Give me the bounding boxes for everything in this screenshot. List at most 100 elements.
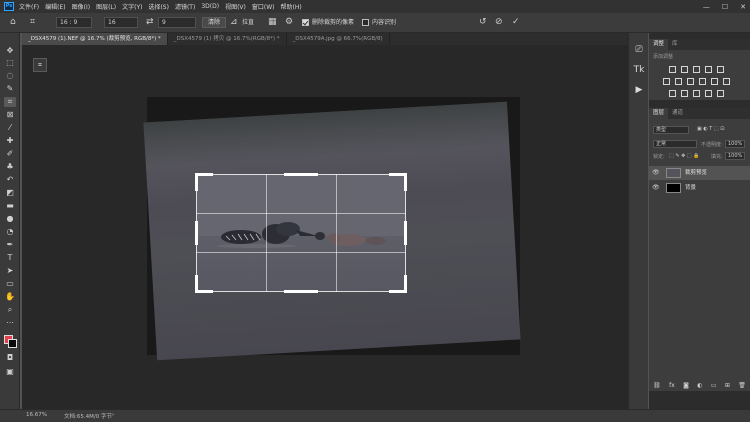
- character-panel-icon[interactable]: Tk: [632, 63, 646, 77]
- add-mask-icon[interactable]: ◙: [683, 382, 689, 389]
- menu-view[interactable]: 视图(V): [225, 2, 246, 11]
- photo-filter-icon[interactable]: [699, 78, 706, 85]
- quick-select-tool-icon[interactable]: ✎: [4, 84, 16, 94]
- invert-icon[interactable]: [669, 90, 676, 97]
- tab-document-3[interactable]: _DSX4579A.jpg @ 66.7%(RGB/8): [287, 33, 390, 45]
- lasso-tool-icon[interactable]: ◌: [4, 71, 16, 81]
- ratio-height-input[interactable]: 9: [158, 17, 196, 28]
- chevron-right-icon[interactable]: ›: [112, 412, 114, 418]
- visibility-eye-icon[interactable]: 👁: [652, 184, 660, 191]
- tab-libraries[interactable]: 库: [668, 39, 682, 50]
- black-white-icon[interactable]: [687, 78, 694, 85]
- lock-icons[interactable]: ⬚ ✎ ✥ ⬚ 🔒: [669, 153, 699, 159]
- clone-stamp-tool-icon[interactable]: ♣: [4, 162, 16, 172]
- actions-play-icon[interactable]: ▶: [632, 83, 646, 97]
- tab-channels[interactable]: 通道: [668, 108, 687, 119]
- layer-kind-filter[interactable]: 类型: [653, 126, 689, 134]
- path-selection-tool-icon[interactable]: ➤: [4, 266, 16, 276]
- crop-handle-bottom-left[interactable]: [195, 275, 198, 293]
- clear-button[interactable]: 清除: [202, 17, 227, 28]
- tab-document-1[interactable]: _DSX4579 (1).NEF @ 16.7% (裁剪预览, RGB/8*) …: [22, 33, 168, 45]
- straighten-icon[interactable]: ⊿: [230, 17, 238, 28]
- menu-layer[interactable]: 图层(L): [96, 2, 116, 11]
- ratio-width-input[interactable]: 16: [104, 17, 138, 28]
- crop-handle-right[interactable]: [404, 221, 407, 245]
- blur-tool-icon[interactable]: ●: [4, 214, 16, 224]
- layer-row[interactable]: 👁 裁剪预览: [649, 166, 750, 180]
- menu-filter[interactable]: 滤镜(T): [175, 2, 195, 11]
- crop-handle-bottom-right[interactable]: [404, 275, 407, 293]
- tool-preset-icon[interactable]: ⌗: [33, 58, 47, 72]
- crop-tool-preset-icon[interactable]: ⌗: [30, 17, 35, 28]
- brush-tool-icon[interactable]: ✐: [4, 149, 16, 159]
- crop-ratio-select[interactable]: 16 : 9: [56, 17, 92, 28]
- swap-ratio-icon[interactable]: ⇄: [146, 17, 154, 28]
- exposure-icon[interactable]: [705, 66, 712, 73]
- more-tools-icon[interactable]: ⋯: [4, 318, 16, 328]
- pen-tool-icon[interactable]: ✒: [4, 240, 16, 250]
- zoom-level[interactable]: 16.67%: [26, 412, 47, 418]
- healing-brush-tool-icon[interactable]: ✚: [4, 136, 16, 146]
- new-layer-icon[interactable]: ⊞: [725, 382, 730, 389]
- type-tool-icon[interactable]: T: [4, 253, 16, 263]
- layer-filter-icons[interactable]: ▣ ◐ T ⬚ ⊡: [697, 126, 724, 132]
- reset-icon[interactable]: ↺: [479, 17, 487, 28]
- document-info[interactable]: 文档:65.4M/0 字节: [64, 412, 112, 420]
- threshold-icon[interactable]: [693, 90, 700, 97]
- hand-tool-icon[interactable]: ✋: [4, 292, 16, 302]
- background-color-swatch[interactable]: [8, 339, 17, 348]
- straighten-label[interactable]: 拉直: [242, 17, 254, 28]
- new-adjustment-icon[interactable]: ◐: [697, 382, 702, 389]
- crop-box[interactable]: [195, 173, 407, 293]
- channel-mixer-icon[interactable]: [711, 78, 718, 85]
- menu-select[interactable]: 选择(S): [148, 2, 169, 11]
- posterize-icon[interactable]: [681, 90, 688, 97]
- menu-image[interactable]: 图像(I): [72, 2, 90, 11]
- selective-color-icon[interactable]: [717, 90, 724, 97]
- eraser-tool-icon[interactable]: ◩: [4, 188, 16, 198]
- rectangle-tool-icon[interactable]: ▭: [4, 279, 16, 289]
- tab-document-2[interactable]: _DSX4579 (1) 拷贝 @ 16.7%(RGB/8*) *: [168, 33, 287, 45]
- close-window-icon[interactable]: ✕: [740, 3, 746, 11]
- menu-type[interactable]: 文字(Y): [122, 2, 142, 11]
- home-icon[interactable]: ⌂: [10, 17, 16, 28]
- delete-cropped-pixels-checkbox[interactable]: [302, 19, 309, 26]
- layer-style-icon[interactable]: fx: [669, 382, 675, 389]
- zoom-tool-icon[interactable]: ⌕: [4, 305, 16, 315]
- link-layers-icon[interactable]: ⛓: [653, 382, 661, 389]
- crop-handle-top-right[interactable]: [404, 173, 407, 191]
- crop-handle-top[interactable]: [284, 173, 318, 176]
- dodge-tool-icon[interactable]: ◔: [4, 227, 16, 237]
- crop-handle-top-left[interactable]: [195, 173, 198, 191]
- content-aware-checkbox[interactable]: [362, 19, 369, 26]
- marquee-tool-icon[interactable]: ⬚: [4, 58, 16, 68]
- menu-window[interactable]: 窗口(W): [252, 2, 275, 11]
- minimize-icon[interactable]: —: [703, 3, 710, 11]
- screen-mode-icon[interactable]: ▣: [4, 367, 16, 377]
- crop-tool-icon[interactable]: ⌗: [4, 97, 16, 107]
- history-panel-icon[interactable]: ⎚: [632, 43, 646, 57]
- levels-icon[interactable]: [681, 66, 688, 73]
- new-group-icon[interactable]: ▭: [711, 382, 717, 389]
- color-balance-icon[interactable]: [675, 78, 682, 85]
- menu-help[interactable]: 帮助(H): [281, 2, 302, 11]
- layer-row[interactable]: 👁 背景: [649, 181, 750, 195]
- eyedropper-tool-icon[interactable]: ⁄: [4, 123, 16, 133]
- curves-icon[interactable]: [693, 66, 700, 73]
- commit-check-icon[interactable]: ✓: [512, 17, 520, 28]
- vibrance-icon[interactable]: [717, 66, 724, 73]
- crop-handle-bottom[interactable]: [284, 290, 318, 293]
- history-brush-tool-icon[interactable]: ↶: [4, 175, 16, 185]
- maximize-icon[interactable]: ☐: [722, 3, 728, 11]
- fill-input[interactable]: 100%: [725, 152, 745, 160]
- cancel-icon[interactable]: ⊘: [495, 17, 503, 28]
- hue-saturation-icon[interactable]: [663, 78, 670, 85]
- crop-handle-left[interactable]: [195, 221, 198, 245]
- delete-layer-icon[interactable]: 🗑: [738, 382, 746, 389]
- menu-3d[interactable]: 3D(D): [201, 3, 219, 10]
- brightness-icon[interactable]: [669, 66, 676, 73]
- menu-edit[interactable]: 编辑(E): [45, 2, 65, 11]
- move-tool-icon[interactable]: ✥: [4, 46, 16, 56]
- blend-mode-select[interactable]: 正常: [653, 140, 697, 148]
- overlay-grid-icon[interactable]: ▦: [268, 17, 277, 28]
